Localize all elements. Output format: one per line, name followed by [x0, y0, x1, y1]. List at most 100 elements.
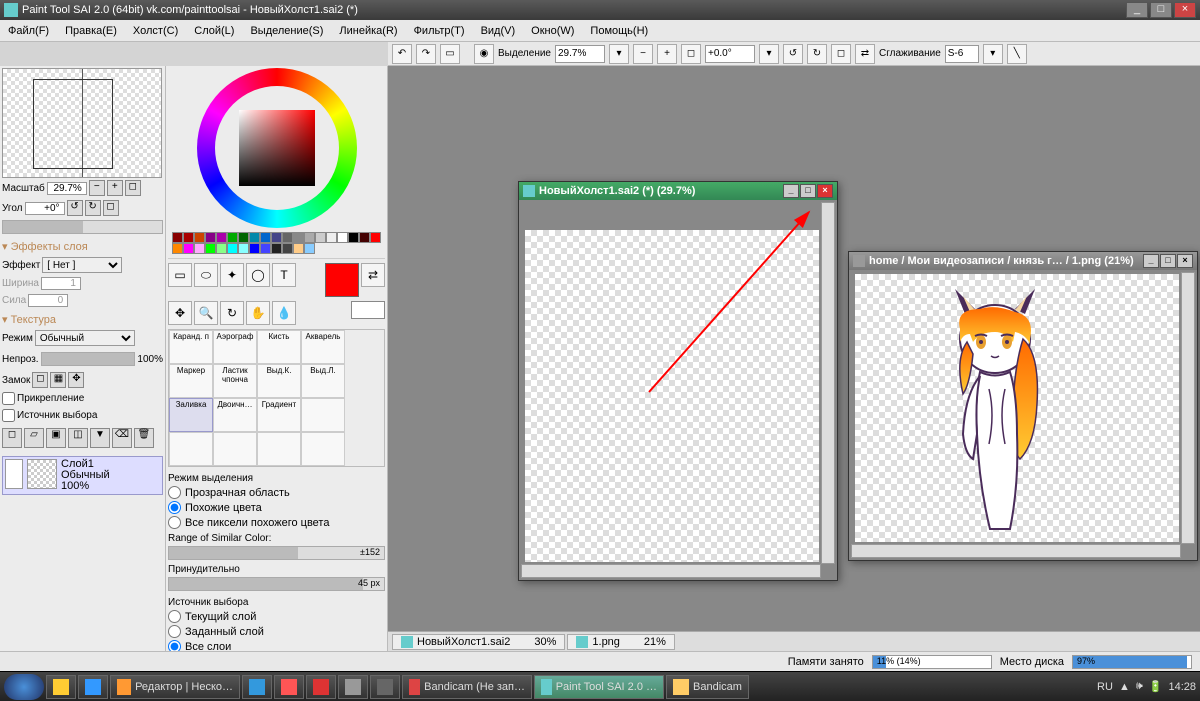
- clear-layer-btn[interactable]: ⌫: [112, 428, 132, 448]
- deselect-btn[interactable]: ▭: [440, 44, 460, 64]
- text-tool[interactable]: T: [272, 263, 296, 287]
- transfer-down-btn[interactable]: ◫: [68, 428, 88, 448]
- new-line-layer-btn[interactable]: ▱: [24, 428, 44, 448]
- menu-item[interactable]: Слой(L): [194, 25, 234, 37]
- swatch[interactable]: [304, 232, 315, 243]
- swatch[interactable]: [238, 232, 249, 243]
- doc2-vscroll[interactable]: [1181, 272, 1195, 544]
- shape-tool[interactable]: ◯: [246, 263, 270, 287]
- menu-item[interactable]: Вид(V): [481, 25, 516, 37]
- selmode-radio[interactable]: [168, 486, 181, 499]
- navigator[interactable]: [2, 68, 162, 178]
- flip-btn[interactable]: ⇄: [855, 44, 875, 64]
- brush-5[interactable]: Ластик чпонча: [213, 364, 257, 398]
- brush-4[interactable]: Маркер: [169, 364, 213, 398]
- source-check[interactable]: [2, 409, 15, 422]
- swatch[interactable]: [293, 232, 304, 243]
- taskbar-item[interactable]: [338, 675, 368, 699]
- eye-icon[interactable]: ◉: [474, 44, 494, 64]
- doc1-titlebar[interactable]: НовыйХолст1.sai2 (*) (29.7%) _ □ ×: [519, 182, 837, 200]
- doc1-min-btn[interactable]: _: [783, 184, 799, 198]
- doc1-close-btn[interactable]: ×: [817, 184, 833, 198]
- selmode-radio[interactable]: [168, 516, 181, 529]
- swatch[interactable]: [216, 243, 227, 254]
- swap-color-btn[interactable]: ⇄: [361, 263, 385, 287]
- angle-reset-btn[interactable]: ◻: [103, 200, 119, 216]
- swatch[interactable]: [304, 243, 315, 254]
- src-radio[interactable]: [168, 610, 181, 623]
- swatch[interactable]: [293, 243, 304, 254]
- doc2-hscroll[interactable]: [851, 544, 1181, 558]
- taskbar-item[interactable]: Paint Tool SAI 2.0 …: [534, 675, 664, 699]
- rotate-cw-btn[interactable]: ↻: [807, 44, 827, 64]
- scale-minus-btn[interactable]: −: [89, 180, 105, 196]
- scale-reset-btn[interactable]: ◻: [125, 180, 141, 196]
- swatch[interactable]: [370, 232, 381, 243]
- swatch[interactable]: [238, 243, 249, 254]
- angle-ccw-btn[interactable]: ↺: [67, 200, 83, 216]
- doc-window-2[interactable]: home / Мои видеозаписи / князь г… / 1.pn…: [848, 251, 1198, 561]
- swatch[interactable]: [216, 232, 227, 243]
- swatch[interactable]: [183, 232, 194, 243]
- brush-empty[interactable]: [257, 432, 301, 466]
- rotate-tool[interactable]: ↻: [220, 301, 244, 325]
- start-button[interactable]: [4, 674, 44, 700]
- swatch[interactable]: [249, 243, 260, 254]
- zoom-in-btn[interactable]: +: [657, 44, 677, 64]
- brush-empty[interactable]: [213, 432, 257, 466]
- doc-window-1[interactable]: НовыйХолст1.sai2 (*) (29.7%) _ □ ×: [518, 181, 838, 581]
- layer-effects-h[interactable]: Эффекты слоя: [2, 240, 163, 253]
- tray-icon[interactable]: 🕪: [1136, 680, 1143, 693]
- brush-empty[interactable]: [301, 432, 345, 466]
- menu-item[interactable]: Правка(E): [65, 25, 117, 37]
- lock-all-btn[interactable]: ◻: [32, 372, 48, 388]
- brush-empty[interactable]: [301, 398, 345, 432]
- angle-cw-btn[interactable]: ↻: [85, 200, 101, 216]
- delete-layer-btn[interactable]: 🗑: [134, 428, 154, 448]
- menu-item[interactable]: Файл(F): [8, 25, 49, 37]
- rotate-reset-btn[interactable]: ◻: [831, 44, 851, 64]
- smoothing-input[interactable]: [945, 45, 979, 63]
- doc2-close-btn[interactable]: ×: [1177, 254, 1193, 268]
- taskbar-item[interactable]: [306, 675, 336, 699]
- swatch[interactable]: [249, 232, 260, 243]
- swatch[interactable]: [282, 232, 293, 243]
- zoom-dropdown[interactable]: ▾: [609, 44, 629, 64]
- clock[interactable]: 14:28: [1168, 681, 1196, 693]
- swatch[interactable]: [183, 243, 194, 254]
- menu-item[interactable]: Помощь(H): [590, 25, 648, 37]
- swatch[interactable]: [282, 243, 293, 254]
- move-tool[interactable]: ✥: [168, 301, 192, 325]
- menu-item[interactable]: Окно(W): [531, 25, 574, 37]
- doc1-hscroll[interactable]: [521, 564, 821, 578]
- taskbar-item[interactable]: Редактор | Неско…: [110, 675, 240, 699]
- doc2-canvas[interactable]: [855, 274, 1179, 542]
- swatch[interactable]: [194, 243, 205, 254]
- foreground-color[interactable]: [325, 263, 359, 297]
- swatch[interactable]: [348, 232, 359, 243]
- force-slider[interactable]: 45 px: [168, 577, 385, 591]
- doc2-titlebar[interactable]: home / Мои видеозаписи / князь г… / 1.pn…: [849, 252, 1197, 270]
- taskbar-item[interactable]: [370, 675, 400, 699]
- swatch[interactable]: [194, 232, 205, 243]
- hand-tool[interactable]: ✋: [246, 301, 270, 325]
- angle-dropdown[interactable]: ▾: [759, 44, 779, 64]
- new-layer-btn[interactable]: ◻: [2, 428, 22, 448]
- new-folder-btn[interactable]: ▣: [46, 428, 66, 448]
- smoothing-dropdown[interactable]: ▾: [983, 44, 1003, 64]
- bg-color[interactable]: [351, 301, 385, 319]
- minimize-btn[interactable]: _: [1126, 2, 1148, 18]
- angle-input[interactable]: [705, 45, 755, 63]
- layer-item[interactable]: Слой1 Обычный 100%: [2, 456, 163, 495]
- magic-wand-tool[interactable]: ✦: [220, 263, 244, 287]
- task-pin[interactable]: [46, 675, 76, 699]
- swatch[interactable]: [205, 243, 216, 254]
- layer-visibility-icon[interactable]: [5, 459, 23, 489]
- swatch[interactable]: [315, 232, 326, 243]
- doc-tab-1[interactable]: НовыйХолст1.sai230%: [392, 634, 565, 650]
- scale-plus-btn[interactable]: +: [107, 180, 123, 196]
- merge-down-btn[interactable]: ▼: [90, 428, 110, 448]
- brush-9[interactable]: Двоичн…: [213, 398, 257, 432]
- selmode-radio[interactable]: [168, 501, 181, 514]
- brush-0[interactable]: Каранд. п: [169, 330, 213, 364]
